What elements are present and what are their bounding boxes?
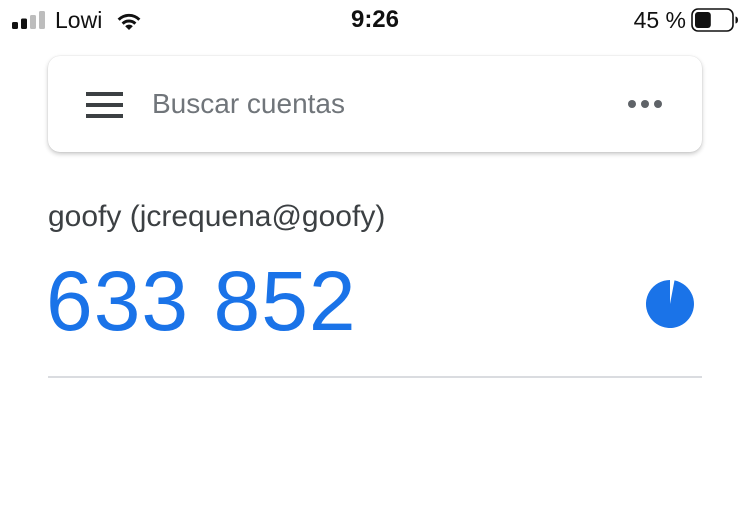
status-bar: Lowi 9:26 45 % xyxy=(0,0,750,40)
divider xyxy=(48,376,702,378)
battery-percent: 45 % xyxy=(633,7,686,33)
countdown-timer-icon xyxy=(645,279,694,328)
search-input[interactable] xyxy=(152,82,572,126)
hamburger-menu-icon[interactable] xyxy=(86,92,123,118)
battery-icon xyxy=(691,8,738,32)
otp-code[interactable]: 633 852 xyxy=(46,251,357,351)
account-name: goofy (jcrequena@goofy) xyxy=(48,200,386,233)
search-bar xyxy=(48,56,702,152)
account-item[interactable]: goofy (jcrequena@goofy) 633 852 xyxy=(46,186,702,376)
more-options-icon[interactable] xyxy=(628,98,662,110)
